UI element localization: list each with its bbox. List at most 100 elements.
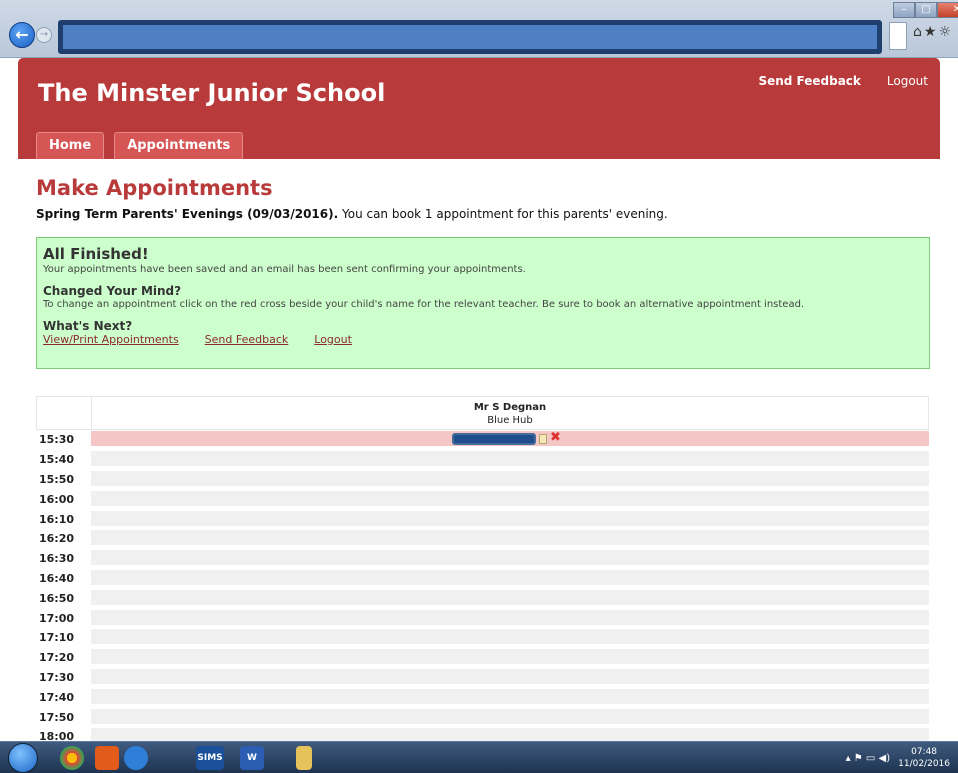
schedule-row: 15:30 ✖ [36,430,929,450]
schedule-rows: 15:30 ✖ 15:40 15:50 16:00 16:10 16:20 16:30 16:4… [36,430,929,747]
subtitle-info: You can book 1 appointment for this pare… [338,207,668,221]
clock[interactable]: 07:48 11/02/2016 [898,746,950,770]
appointment-slot[interactable] [91,470,929,488]
time-label: 15:50 [39,472,75,486]
time-label: 16:50 [39,591,75,605]
close-window-button[interactable]: ✕ [937,2,958,18]
view-print-link[interactable]: View/Print Appointments [43,333,179,346]
time-label: 17:10 [39,631,75,645]
notice-changed-text: To change an appointment click on the re… [43,299,805,310]
appointment-slot[interactable] [91,708,929,726]
appointment-slot[interactable] [91,589,929,607]
schedule-header: Mr S Degnan Blue Hub [36,396,929,430]
schedule-row: 17:40 [36,687,929,707]
schedule-row: 15:40 [36,450,929,470]
page-subtitle: Spring Term Parents' Evenings (09/03/201… [36,207,930,221]
tab-appointments[interactable]: Appointments [114,132,244,159]
schedule-row: 16:50 [36,588,929,608]
back-arrow-icon[interactable]: ← [9,22,35,48]
schedule-row: 17:30 [36,668,929,688]
time-label: 15:40 [39,453,75,467]
time-label: 16:40 [39,571,75,585]
appointment-slot[interactable] [91,490,929,508]
notice-saved-text: Your appointments have been saved and an… [43,264,526,275]
schedule-row: 17:20 [36,648,929,668]
notice-links: View/Print Appointments Send Feedback Lo… [43,333,923,346]
sims-app-icon[interactable]: SIMS [196,746,224,770]
appointment-slot[interactable] [91,530,929,548]
time-label: 16:20 [39,532,75,546]
appointment-slot[interactable] [91,569,929,587]
schedule-row: 16:20 [36,529,929,549]
notice-logout-link[interactable]: Logout [314,333,352,346]
appointment-schedule: Mr S Degnan Blue Hub 15:30 ✖ 15:40 15:50 16:… [36,396,929,747]
subtitle-event: Spring Term Parents' Evenings (09/03/201… [36,207,339,221]
appointment-slot[interactable] [91,550,929,568]
send-feedback-link[interactable]: Send Feedback [758,74,860,88]
appointment-slot[interactable]: ✖ [91,430,929,449]
page-title: Make Appointments [36,176,273,200]
time-label: 15:30 [39,433,75,447]
child-name-redacted [452,433,536,446]
teacher-header: Mr S Degnan Blue Hub [92,397,928,429]
schedule-row: 17:00 [36,608,929,628]
schedule-row: 16:00 [36,489,929,509]
window-controls: – □ ✕ [893,2,958,18]
appointment-slot[interactable] [91,649,929,667]
minimize-button[interactable]: – [893,2,915,18]
internet-explorer-icon[interactable] [124,746,148,770]
appointment-slot[interactable] [91,668,929,686]
schedule-row: 16:40 [36,569,929,589]
system-tray: ▴ ⚑ ▭ ◀) 07:48 11/02/2016 [846,746,950,770]
appointment-slot[interactable] [91,451,929,469]
notice-send-feedback-link[interactable]: Send Feedback [205,333,289,346]
time-label: 17:30 [39,670,75,684]
time-label: 17:40 [39,690,75,704]
teacher-location: Blue Hub [487,415,533,426]
nav-tabs: Home Appointments [36,132,244,159]
clock-date: 11/02/2016 [898,759,950,769]
site-title: The Minster Junior School [38,79,386,107]
appointment-slot[interactable] [91,629,929,647]
appointment-slot[interactable] [91,688,929,706]
time-label: 17:20 [39,651,75,665]
logout-link[interactable]: Logout [887,74,928,88]
site-header: The Minster Junior School Send Feedback … [18,58,940,159]
schedule-row: 17:10 [36,628,929,648]
windows-taskbar: SIMS W ▴ ⚑ ▭ ◀) 07:48 11/02/2016 [0,741,958,773]
home-star-gear-icons[interactable]: ⌂★☼ [913,24,953,40]
success-notice: All Finished! Your appointments have bee… [36,237,930,369]
time-label: 17:00 [39,611,75,625]
forward-arrow-icon[interactable]: → [36,27,52,43]
time-label: 17:50 [39,710,75,724]
schedule-row: 16:30 [36,549,929,569]
notice-next-heading: What's Next? [43,319,133,333]
tray-icons[interactable]: ▴ ⚑ ▭ ◀) [846,753,891,764]
start-button-icon[interactable] [8,743,38,773]
chrome-icon[interactable] [60,746,84,770]
notice-heading: All Finished! [43,245,149,263]
schedule-row: 16:10 [36,509,929,529]
schedule-row: 15:50 [36,470,929,490]
time-label: 16:00 [39,492,75,506]
browser-toolbar: ← → ⌂★☼ – □ ✕ [0,0,958,58]
header-links: Send Feedback Logout [758,74,928,88]
cancel-appointment-icon[interactable]: ✖ [550,430,561,445]
address-bar[interactable] [58,20,882,54]
browser-tab[interactable] [889,22,907,50]
clock-time: 07:48 [911,747,938,757]
appointment-slot[interactable] [91,609,929,627]
word-icon[interactable]: W [240,746,264,770]
maximize-button[interactable]: □ [915,2,937,18]
notice-changed-heading: Changed Your Mind? [43,284,182,298]
teacher-name: Mr S Degnan [473,402,547,413]
appointment-slot[interactable] [91,510,929,528]
media-icon[interactable] [95,746,119,770]
folder-icon[interactable] [296,746,312,770]
main-content: Make Appointments Spring Term Parents' E… [36,176,930,221]
note-icon[interactable] [539,434,547,445]
tab-home[interactable]: Home [36,132,105,159]
time-label: 16:10 [39,512,75,526]
schedule-row: 17:50 [36,707,929,727]
time-label: 16:30 [39,552,75,566]
